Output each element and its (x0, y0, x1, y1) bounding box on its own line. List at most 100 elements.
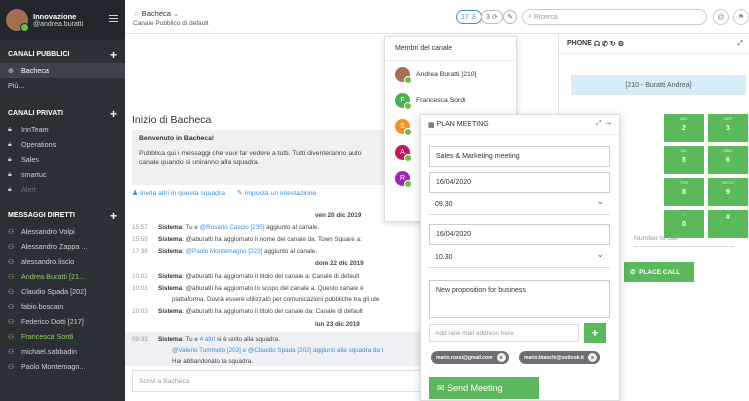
team-name: Innovazione (33, 12, 77, 21)
avatar (395, 66, 412, 84)
send-meeting-button[interactable]: ✉ Send Meeting (429, 377, 539, 399)
avatar: R (395, 170, 412, 188)
end-time-select[interactable]: 10.30 (429, 247, 610, 268)
sidebar-item-dm[interactable]: ⚇ Andrea Buratti [21... (0, 269, 125, 284)
dial-key[interactable]: JKL 5 (664, 146, 704, 174)
email-chip: mario.bianchi@outlook.it x (519, 351, 600, 364)
section-private-channels: CANALI PRIVATI + (8, 106, 117, 121)
dial-key[interactable]: ABC 2 (664, 114, 704, 142)
members-button[interactable]: 17 ♙ (456, 10, 483, 24)
expand-icon[interactable]: ⤢ (737, 40, 743, 48)
date-separator: dom 22 dic 2019 (315, 260, 364, 267)
end-date-field[interactable]: 16/04/2020 (429, 224, 610, 245)
members-title: Membri del canale (385, 37, 516, 61)
sidebar-item-dm[interactable]: ⚇ Paolo Montemagn... (0, 359, 125, 374)
user-icon: ⚇ (8, 258, 15, 266)
channel-title[interactable]: ☆ Bacheca ⌄ (133, 9, 179, 18)
headset-icon[interactable]: ☊ (594, 40, 600, 48)
lock-icon: 🔒︎ (8, 125, 12, 133)
set-header-link[interactable]: ✎ Imposta un intestazione (237, 190, 316, 197)
user-icon: ⚇ (8, 333, 15, 341)
add-direct-message-icon[interactable]: + (110, 209, 117, 223)
lock-icon: 🔒︎ (8, 185, 12, 193)
flag-icon: ⚑ (737, 14, 745, 21)
user-icon: ⚇ (8, 228, 15, 236)
subject-field[interactable]: Sales & Marketing meeting (429, 146, 610, 167)
thread-icon: ⟳ (491, 14, 498, 21)
add-public-channel-icon[interactable]: + (110, 48, 117, 62)
dial-key[interactable]: # (708, 210, 748, 238)
page-title: Inizio di Bacheca (132, 114, 212, 126)
lock-icon: 🔒︎ (8, 140, 12, 148)
phone-header: PHONE ☊ ✆ ↻ ⚙ ⤢ (559, 34, 749, 54)
member-item[interactable]: Andrea Buratti [210] (385, 61, 516, 87)
user-icon: ⚇ (8, 288, 15, 296)
section-direct-messages: MESSAGGI DIRETTI + (8, 208, 117, 223)
invite-link[interactable]: ♟ Invita altri in questa squadra (132, 190, 225, 197)
sidebar-item-operations[interactable]: 🔒︎ Operations (0, 137, 125, 152)
place-call-button[interactable]: ✆ PLACE CALL (624, 262, 694, 282)
threads-button[interactable]: 3 ⟳ (481, 10, 503, 24)
sidebar-item-dm[interactable]: ⚇ Claudio Spada [202] (0, 284, 125, 299)
dial-key[interactable]: TUV 8 (664, 178, 704, 206)
phone-icon[interactable]: ✆ (602, 40, 608, 48)
close-icon[interactable]: x (587, 353, 597, 362)
sidebar-item-sales[interactable]: 🔒︎ Sales (0, 152, 125, 167)
chevron-down-icon: ⌄ (173, 9, 180, 18)
avatar[interactable] (6, 9, 29, 32)
add-email-button[interactable]: + (584, 323, 606, 343)
message-input[interactable]: Scrivi a Bacheca (132, 370, 422, 392)
sidebar-item-innteam[interactable]: 🔒︎ InnTeam (0, 122, 125, 137)
dial-key[interactable]: DEF 3 (708, 114, 748, 142)
lock-icon: 🔒︎ (8, 155, 12, 163)
start-date-field[interactable]: 16/04/2020 (429, 172, 610, 193)
menu-icon[interactable] (109, 15, 118, 22)
sidebar-item-smartuc[interactable]: 🔒︎ smartuc (0, 167, 125, 182)
refresh-icon[interactable]: ↻ (610, 40, 616, 48)
avatar: F (395, 92, 412, 110)
member-item[interactable]: F Francesca Sordi (385, 87, 516, 113)
start-time-select[interactable]: 09.30 (429, 194, 610, 215)
add-private-channel-icon[interactable]: + (110, 107, 117, 121)
plan-meeting-dialog: ▦ PLAN MEETING ⤢ ⇥ Sales & Marketing meet… (420, 114, 620, 401)
welcome-text: canale quando si uniranno alla squadra. (139, 159, 260, 166)
plus-icon: + (591, 326, 599, 340)
dial-key[interactable]: MNO 6 (708, 146, 748, 174)
exit-icon[interactable]: ⇥ (605, 120, 611, 127)
close-icon[interactable]: x (496, 353, 506, 362)
phone-icon: ✆ (630, 269, 636, 276)
sidebar-item-dm[interactable]: ⚇ michael.sabbadin (0, 344, 125, 359)
sidebar-item-dm[interactable]: ⚇ Francesca Sordi (0, 329, 125, 344)
number-input[interactable]: Number to call (634, 235, 734, 247)
calendar-icon: ▦ (428, 121, 435, 129)
email-field[interactable]: Add new mail address here (429, 324, 579, 342)
user-icon: ⚇ (8, 318, 15, 326)
dial-key[interactable]: +0 (664, 210, 704, 238)
pin-button[interactable]: ✎ (503, 10, 517, 24)
gear-icon[interactable]: ⚙ (618, 40, 624, 48)
dial-key[interactable]: WXYZ 9 (708, 178, 748, 206)
globe-icon: ⊕ (8, 67, 14, 75)
sidebar-item-bacheca[interactable]: ⊕ Bacheca (0, 63, 125, 78)
channel-header: ☆ Bacheca ⌄ Canale Pubblico di default 17… (125, 0, 749, 34)
star-icon[interactable]: ☆ (133, 9, 140, 18)
channel-subtitle: Canale Pubblico di default (133, 20, 209, 27)
sidebar-item-alert[interactable]: 🔒︎ Alert (0, 182, 125, 197)
user-icon: ⚇ (8, 303, 15, 311)
search-input[interactable]: ⌕ Ricerca (522, 9, 707, 25)
sidebar-item-dm[interactable]: ⚇ Alessandro Volpi (0, 224, 125, 239)
flag-button[interactable]: ⚑ (733, 9, 749, 25)
mention-button[interactable]: @ (713, 9, 729, 25)
sidebar-item-dm[interactable]: ⚇ alessandro.liscio (0, 254, 125, 269)
user-icon: ⚇ (8, 363, 15, 371)
description-field[interactable]: New proposition for business (429, 280, 610, 318)
dialog-header: ▦ PLAN MEETING ⤢ ⇥ (421, 115, 619, 135)
sidebar-item-more[interactable]: Più... (0, 78, 125, 93)
email-chip: mario.rossi@gmail.com x (431, 351, 509, 364)
sidebar-item-dm[interactable]: ⚇ Federico Dotti [217] (0, 314, 125, 329)
avatar: A (395, 144, 412, 162)
welcome-title: Benvenuto in Bacheca! (139, 135, 215, 142)
sidebar-item-dm[interactable]: ⚇ Alessandro Zappa ... (0, 239, 125, 254)
expand-icon[interactable]: ⤢ (596, 120, 602, 127)
sidebar-item-dm[interactable]: ⚇ fabio.boscain (0, 299, 125, 314)
